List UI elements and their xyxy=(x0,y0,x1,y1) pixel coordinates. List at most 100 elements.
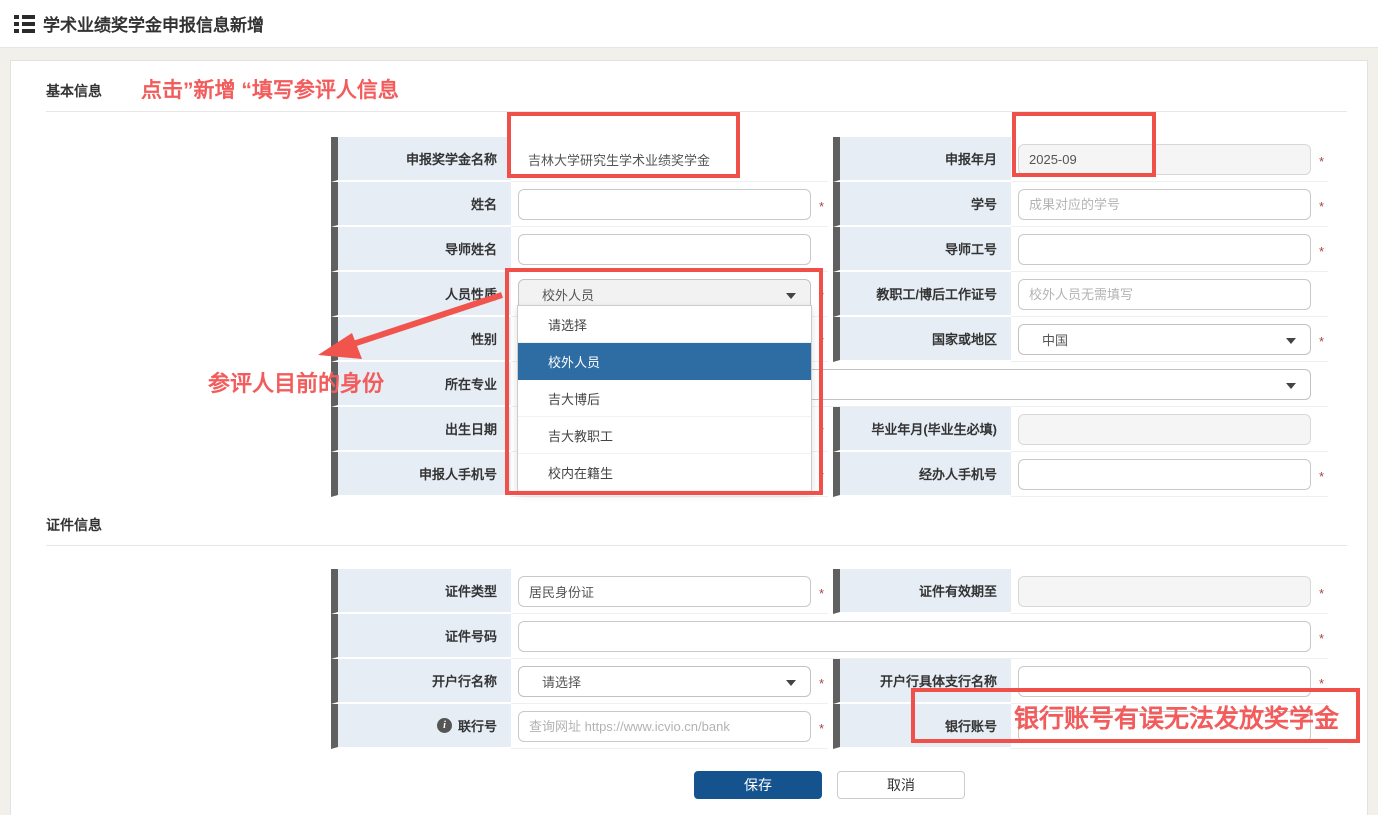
required-asterisk: * xyxy=(1319,721,1324,736)
country-cell: 中国 * xyxy=(1011,317,1328,362)
bank-branch-input[interactable] xyxy=(1018,666,1311,697)
dropdown-option[interactable]: 校内在籍生 xyxy=(518,454,811,491)
supervisor-id-cell: * xyxy=(1011,227,1328,272)
student-id-cell: * xyxy=(1011,182,1328,227)
bank-name-cell: 请选择 * xyxy=(511,659,828,704)
dropdown-option[interactable]: 吉大博后 xyxy=(518,380,811,417)
required-asterisk: * xyxy=(819,676,824,691)
divider xyxy=(46,111,1347,112)
staff-id-cell xyxy=(1011,272,1328,317)
button-row: 保存 取消 xyxy=(331,771,1328,799)
name-input[interactable] xyxy=(518,189,811,220)
staff-id-label: 教职工/博后工作证号 xyxy=(833,272,1011,317)
dropdown-option[interactable]: 吉大教职工 xyxy=(518,417,811,454)
scholarship-name-value: 吉林大学研究生学术业绩奖学金 xyxy=(528,150,710,169)
supervisor-name-input[interactable] xyxy=(518,234,811,265)
country-select[interactable]: 中国 xyxy=(1018,324,1311,355)
required-asterisk: * xyxy=(1319,586,1324,601)
basic-section-title: 基本信息 xyxy=(46,81,102,101)
bank-name-select[interactable]: 请选择 xyxy=(518,666,811,697)
bank-account-cell: * xyxy=(1011,704,1328,749)
bank-code-label: 联行号 xyxy=(458,716,497,735)
top-bar: 学术业绩奖学金申报信息新增 xyxy=(0,0,1378,48)
cert-type-input[interactable] xyxy=(518,576,811,607)
name-cell: * xyxy=(511,182,828,227)
person-type-label: 人员性质 xyxy=(331,272,511,317)
scholarship-name-label: 申报奖学金名称 xyxy=(331,137,511,182)
bank-name-label: 开户行名称 xyxy=(331,659,511,704)
required-asterisk: * xyxy=(1319,199,1324,214)
applicant-phone-label: 申报人手机号 xyxy=(331,452,511,497)
name-label: 姓名 xyxy=(331,182,511,227)
major-label: 所在专业 xyxy=(331,362,511,407)
person-type-value: 校外人员 xyxy=(529,285,594,304)
cancel-button[interactable]: 取消 xyxy=(837,771,965,799)
required-asterisk: * xyxy=(819,424,824,439)
required-asterisk: * xyxy=(819,199,824,214)
supervisor-id-input[interactable] xyxy=(1018,234,1311,265)
supervisor-name-cell xyxy=(511,227,828,272)
list-icon xyxy=(14,15,35,33)
bank-code-input[interactable] xyxy=(518,711,811,742)
chevron-down-icon xyxy=(1286,338,1296,344)
scholarship-name-cell: 吉林大学研究生学术业绩奖学金 xyxy=(511,137,828,182)
graduate-month-input[interactable] xyxy=(1018,414,1311,445)
cert-type-label: 证件类型 xyxy=(331,569,511,614)
required-asterisk: * xyxy=(819,586,824,601)
required-asterisk: * xyxy=(819,721,824,736)
required-asterisk: * xyxy=(1319,469,1324,484)
save-button[interactable]: 保存 xyxy=(694,771,822,799)
chevron-down-icon xyxy=(1286,383,1296,389)
staff-id-input[interactable] xyxy=(1018,279,1311,310)
apply-month-label: 申报年月 xyxy=(833,137,1011,182)
supervisor-id-label: 导师工号 xyxy=(833,227,1011,272)
bank-branch-label: 开户行具体支行名称 xyxy=(833,659,1011,704)
certificate-section-title: 证件信息 xyxy=(46,515,102,535)
gender-label: 性别 xyxy=(331,317,511,362)
cert-expiry-input[interactable] xyxy=(1018,576,1311,607)
cert-expiry-label: 证件有效期至 xyxy=(833,569,1011,614)
page: { "page": { "title": "学术业绩奖学金申报信息新增" }, … xyxy=(0,0,1378,815)
country-value: 中国 xyxy=(1029,330,1068,349)
required-asterisk: * xyxy=(819,469,824,484)
cert-expiry-cell: * xyxy=(1011,569,1328,614)
dropdown-option-selected[interactable]: 校外人员 xyxy=(518,343,811,380)
student-id-input[interactable] xyxy=(1018,189,1311,220)
required-asterisk: * xyxy=(1319,334,1324,349)
cert-type-cell: * xyxy=(511,569,828,614)
dropdown-option[interactable]: 请选择 xyxy=(518,306,811,343)
bank-account-input[interactable] xyxy=(1018,711,1311,742)
person-type-dropdown-list: 请选择 校外人员 吉大博后 吉大教职工 校内在籍生 xyxy=(517,305,812,492)
agent-phone-cell: * xyxy=(1011,452,1328,497)
bank-name-value: 请选择 xyxy=(529,672,581,691)
apply-month-input[interactable] xyxy=(1018,144,1311,175)
required-asterisk: * xyxy=(1319,244,1324,259)
bank-code-cell: * xyxy=(511,704,828,749)
cert-number-label: 证件号码 xyxy=(331,614,511,659)
certificate-info-table: 证件类型 * 证件有效期至 * 证件号码 * 开户行名称 请选择 * 开户行具体… xyxy=(331,569,1328,749)
required-asterisk: * xyxy=(1319,631,1324,646)
birth-date-label: 出生日期 xyxy=(331,407,511,452)
cert-number-cell: * xyxy=(511,614,1328,659)
required-asterisk: * xyxy=(1319,154,1324,169)
graduate-month-cell xyxy=(1011,407,1328,452)
cert-number-input[interactable] xyxy=(518,621,1311,652)
divider xyxy=(46,545,1347,546)
page-title: 学术业绩奖学金申报信息新增 xyxy=(43,11,264,36)
chevron-down-icon xyxy=(786,293,796,299)
certificate-section-header: 证件信息 xyxy=(11,497,1367,545)
supervisor-name-label: 导师姓名 xyxy=(331,227,511,272)
apply-month-cell: * xyxy=(1011,137,1328,182)
required-asterisk: * xyxy=(819,334,824,349)
info-icon xyxy=(437,718,452,733)
agent-phone-input[interactable] xyxy=(1018,459,1311,490)
basic-section-header: 基本信息 xyxy=(11,61,1367,111)
chevron-down-icon xyxy=(786,680,796,686)
bank-code-label-cell: 联行号 xyxy=(331,704,511,749)
country-label: 国家或地区 xyxy=(833,317,1011,362)
basic-info-table: 申报奖学金名称 吉林大学研究生学术业绩奖学金 申报年月 * 姓名 * 学号 * … xyxy=(331,137,1328,497)
agent-phone-label: 经办人手机号 xyxy=(833,452,1011,497)
required-asterisk: * xyxy=(1319,676,1324,691)
bank-account-label: 银行账号 xyxy=(833,704,1011,749)
student-id-label: 学号 xyxy=(833,182,1011,227)
